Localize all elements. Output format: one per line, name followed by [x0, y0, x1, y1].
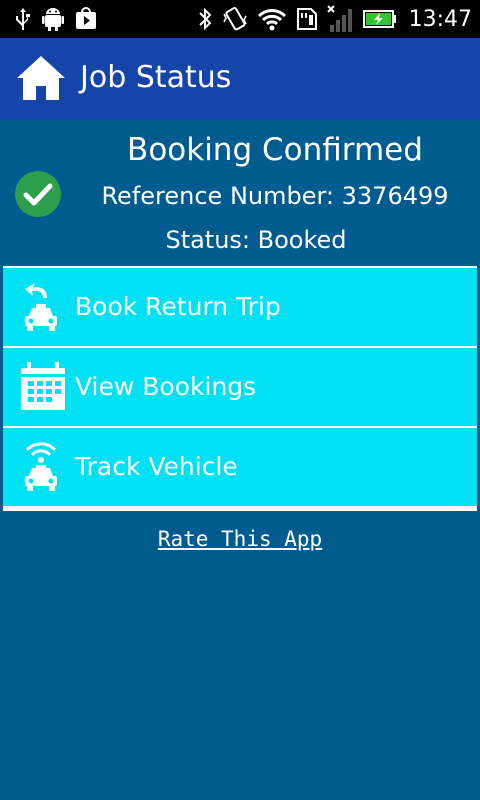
play-store-icon [76, 7, 96, 29]
check-circle-icon [15, 171, 61, 217]
view-bookings-button[interactable]: View Bookings [3, 348, 477, 426]
track-vehicle-button[interactable]: Track Vehicle [3, 428, 477, 506]
action-menu: Book Return Trip View Bookings Track Veh… [3, 266, 477, 511]
bluetooth-icon [198, 7, 212, 31]
menu-item-label: Track Vehicle [75, 452, 238, 481]
signal-icon [326, 5, 352, 32]
rate-app-link[interactable]: Rate This App [0, 527, 480, 551]
confirmation-title: Booking Confirmed [127, 132, 423, 168]
battery-charging-icon [362, 10, 396, 28]
notification-icons [14, 6, 98, 32]
clock: 13:47 [408, 6, 472, 32]
reference-number: Reference Number: 3376499 [101, 182, 449, 210]
book-return-trip-button[interactable]: Book Return Trip [3, 268, 477, 346]
status-bar: 13:47 [0, 0, 480, 38]
home-icon[interactable] [16, 54, 66, 102]
return-taxi-icon [25, 283, 57, 331]
booking-status: Status: Booked [165, 226, 347, 254]
sd-card-icon [296, 8, 317, 30]
page-title: Job Status [80, 60, 232, 95]
booking-confirmation: Booking Confirmed Reference Number: 3376… [0, 120, 480, 266]
tracking-taxi-icon [25, 442, 57, 491]
vibrate-icon [222, 7, 247, 31]
calendar-icon [21, 362, 65, 410]
system-icons: 13:47 [197, 4, 472, 34]
wifi-icon [257, 9, 286, 31]
menu-item-label: Book Return Trip [75, 292, 281, 321]
usb-icon [16, 8, 30, 30]
menu-item-label: View Bookings [75, 372, 257, 401]
android-debug-icon [42, 8, 64, 31]
app-bar: Job Status [0, 38, 480, 120]
